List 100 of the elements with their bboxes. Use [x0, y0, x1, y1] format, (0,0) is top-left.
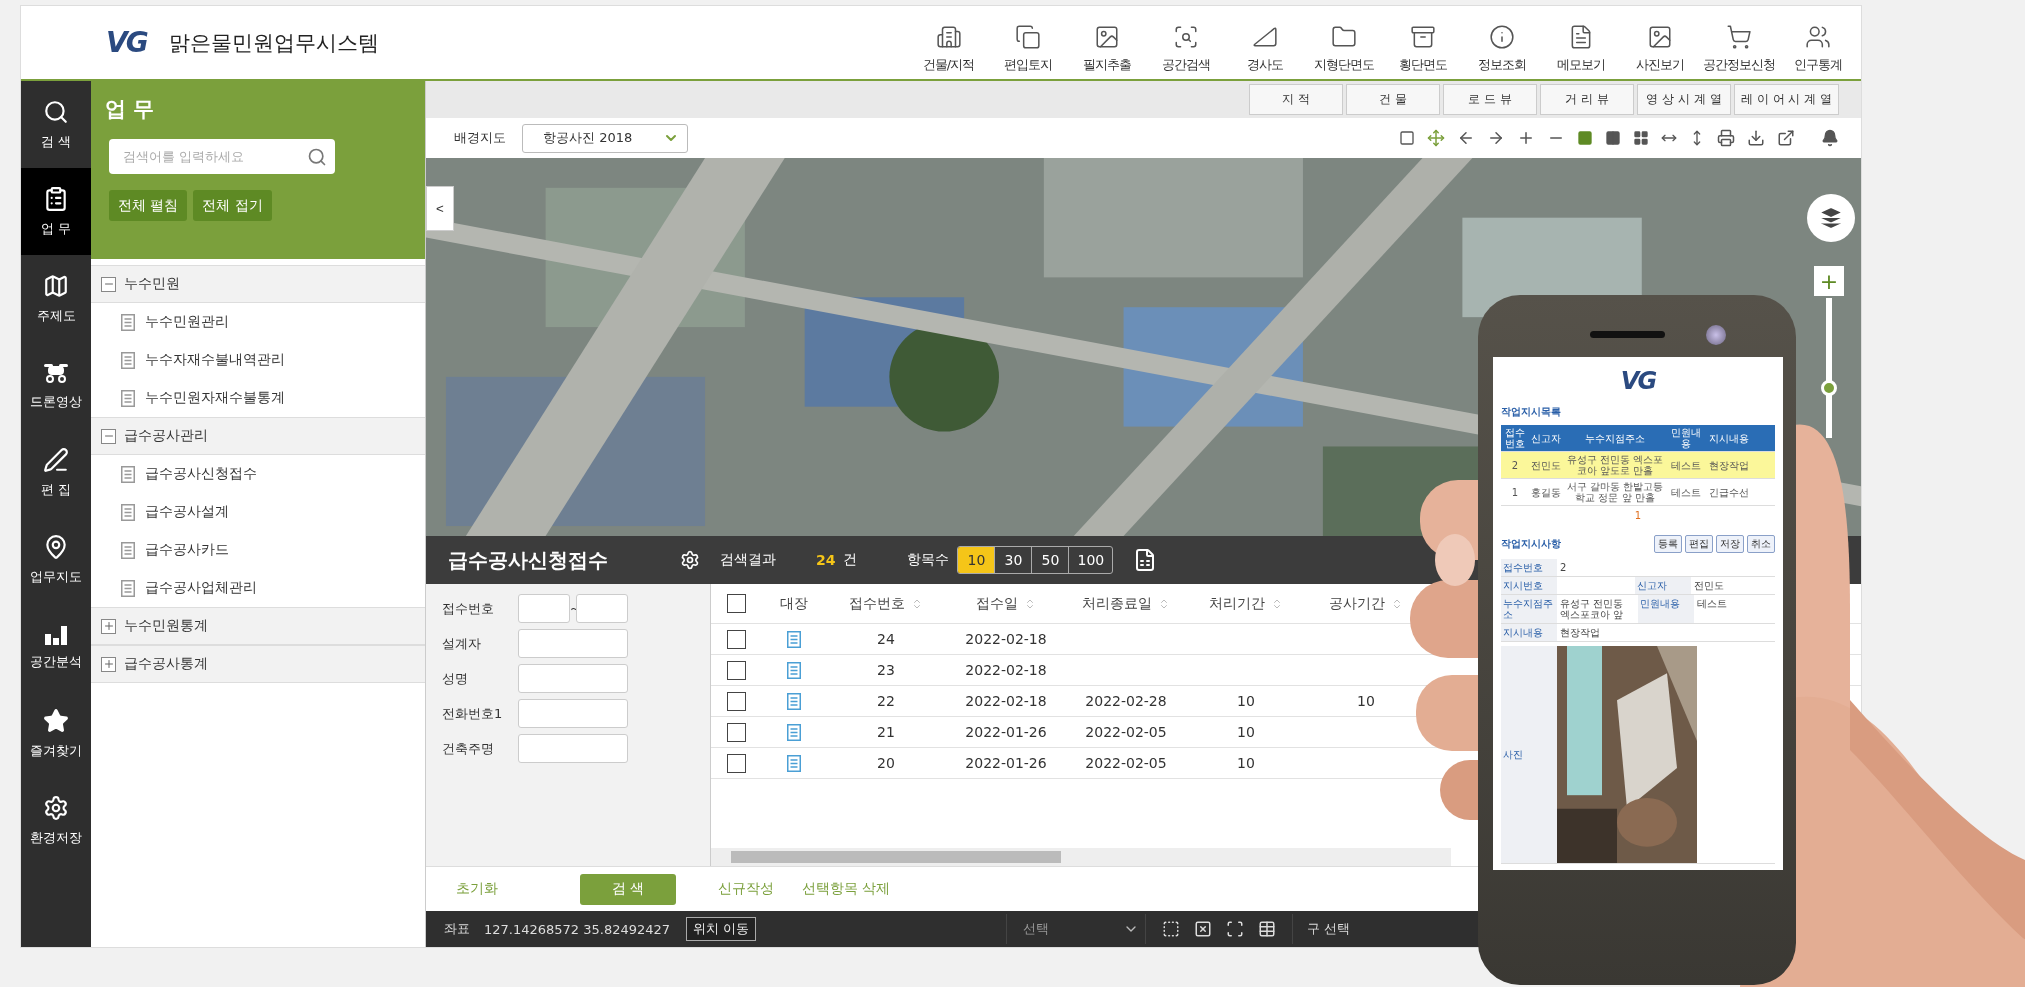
basemap-select[interactable]: 항공사진 2018 — [522, 123, 688, 153]
checkbox[interactable] — [726, 722, 746, 742]
document-icon — [121, 579, 135, 597]
menu-item[interactable]: 횡단면도 — [1383, 7, 1462, 78]
menu-item[interactable]: 지형단면도 — [1304, 7, 1383, 78]
menu-item[interactable]: 공간정보신청 — [1699, 7, 1778, 78]
menu-item[interactable]: 편입토지 — [988, 7, 1067, 78]
map-tab[interactable]: 건 물 — [1345, 84, 1440, 115]
document-icon — [121, 313, 135, 331]
tree-group[interactable]: 누수민원통계 — [91, 607, 425, 645]
panel-button[interactable]: 전체 펼침 — [109, 190, 188, 221]
page-size-option[interactable]: 50 — [1032, 547, 1070, 573]
form-label: 건축주명 — [442, 739, 495, 758]
menu-item[interactable]: 메모보기 — [1541, 7, 1620, 78]
nav-item[interactable]: 환경저장 — [21, 777, 91, 864]
checkbox[interactable] — [726, 594, 746, 613]
menu-item[interactable]: 인구통계 — [1778, 7, 1857, 78]
map-tab[interactable]: 레 이 어 시 계 열 — [1733, 84, 1839, 115]
nav-item[interactable]: 공간분석 — [21, 603, 91, 690]
map-tab[interactable]: 로 드 뷰 — [1442, 84, 1537, 115]
map-tab[interactable]: 거 리 뷰 — [1539, 84, 1634, 115]
minus-icon[interactable] — [101, 428, 116, 444]
menu-item[interactable]: 경사도 — [1225, 7, 1304, 78]
page-size-option[interactable]: 30 — [995, 547, 1033, 573]
tree-item[interactable]: 누수민원관리 — [145, 313, 229, 331]
square-icon[interactable] — [1399, 130, 1415, 146]
external-link-icon[interactable] — [1777, 129, 1795, 147]
district-select[interactable]: 구 선택 — [1307, 920, 1351, 938]
menu-item[interactable]: 건물/지적 — [909, 7, 988, 78]
nav-item[interactable]: 업무지도 — [21, 516, 91, 603]
tree-item[interactable]: 누수민원자재수불통계 — [145, 389, 285, 407]
fullscreen-icon[interactable] — [1226, 920, 1245, 938]
move-icon[interactable] — [1427, 129, 1445, 147]
document-icon — [121, 503, 135, 521]
search-field[interactable]: 검색어를 입력하세요 — [109, 139, 335, 174]
map-tab[interactable]: 영 상 시 계 열 — [1636, 84, 1731, 115]
nav-item[interactable]: 검 색 — [21, 81, 91, 168]
checkbox[interactable] — [726, 660, 746, 680]
document-icon — [121, 541, 135, 559]
tree-group[interactable]: 급수공사통계 — [91, 645, 425, 683]
menu-item[interactable]: 사진보기 — [1620, 7, 1699, 78]
nav-item[interactable]: 주제도 — [21, 255, 91, 342]
input-field[interactable] — [518, 734, 628, 763]
table-cell-text: 21 — [876, 724, 896, 740]
map-tab[interactable]: 지 적 — [1248, 84, 1343, 115]
print-icon[interactable] — [1717, 129, 1735, 147]
zoom-in-icon[interactable] — [1517, 129, 1535, 147]
download-icon[interactable] — [1747, 129, 1765, 147]
input-field[interactable] — [518, 594, 570, 623]
input-field[interactable] — [576, 594, 628, 623]
move-button[interactable]: 위치 이동 — [686, 917, 757, 941]
bell-icon[interactable] — [1821, 129, 1839, 147]
app-title: 맑은물민원업무시스템 — [168, 29, 379, 57]
checkbox[interactable] — [726, 691, 746, 711]
single-view-icon[interactable] — [1577, 130, 1593, 146]
minus-icon[interactable] — [101, 276, 116, 292]
tree-group[interactable]: 누수민원 — [91, 265, 425, 303]
settings-icon[interactable] — [680, 550, 700, 570]
page-size-option[interactable]: 100 — [1069, 547, 1113, 573]
arrow-right-icon[interactable] — [1487, 129, 1505, 147]
checkbox[interactable] — [726, 753, 746, 773]
menu-item[interactable]: 공간검색 — [1146, 7, 1225, 78]
table-cell-text: 10 — [1236, 755, 1256, 771]
column-header[interactable]: 처리종료일 — [1082, 594, 1152, 613]
input-field[interactable] — [518, 699, 628, 728]
column-header[interactable]: 대장 — [779, 594, 808, 613]
plus-icon[interactable] — [101, 618, 116, 634]
panel-button[interactable]: 전체 접기 — [193, 190, 272, 221]
nav-item[interactable]: 업 무 — [21, 168, 91, 255]
column-header[interactable]: 공사기간 — [1329, 594, 1385, 613]
menu-item[interactable]: 필지추출 — [1067, 7, 1146, 78]
table-cell-text: 2022-01-26 — [964, 724, 1048, 740]
tree-item[interactable]: 급수공사업체관리 — [145, 579, 257, 597]
tree-item[interactable]: 누수자재수불내역관리 — [145, 351, 285, 369]
nav-item[interactable]: 즐겨찾기 — [21, 690, 91, 777]
column-header[interactable]: 처리기간 — [1209, 594, 1265, 613]
group-label: 누수민원 — [124, 275, 180, 293]
scrollbar[interactable] — [711, 848, 1451, 866]
tree-item[interactable]: 급수공사신청접수 — [145, 465, 257, 483]
clear-icon[interactable] — [1194, 920, 1213, 938]
grid-icon[interactable] — [1633, 130, 1649, 146]
input-field[interactable] — [518, 629, 628, 658]
plus-icon[interactable] — [101, 656, 116, 672]
select-dropdown[interactable]: 선택 — [1006, 914, 1147, 944]
table-icon[interactable] — [1258, 920, 1277, 938]
tree-group[interactable]: 급수공사관리 — [91, 417, 425, 455]
column-header[interactable]: 접수일 — [976, 594, 1018, 613]
checkbox[interactable] — [726, 629, 746, 649]
settings-icon — [43, 794, 69, 821]
input-field[interactable] — [518, 664, 628, 693]
table-cell-text: 2022-02-05 — [1084, 755, 1168, 771]
dashed-square-icon[interactable] — [1162, 920, 1181, 938]
image-icon — [1646, 23, 1673, 50]
tree-item[interactable]: 급수공사카드 — [145, 541, 229, 559]
nav-item[interactable]: 편 집 — [21, 429, 91, 516]
menu-item[interactable]: 정보조회 — [1462, 7, 1541, 78]
nav-item[interactable]: 드론영상 — [21, 342, 91, 429]
page-size-option[interactable]: 10 — [958, 547, 996, 573]
tree-item[interactable]: 급수공사설계 — [145, 503, 229, 521]
column-header[interactable]: 접수번호 — [849, 594, 905, 613]
